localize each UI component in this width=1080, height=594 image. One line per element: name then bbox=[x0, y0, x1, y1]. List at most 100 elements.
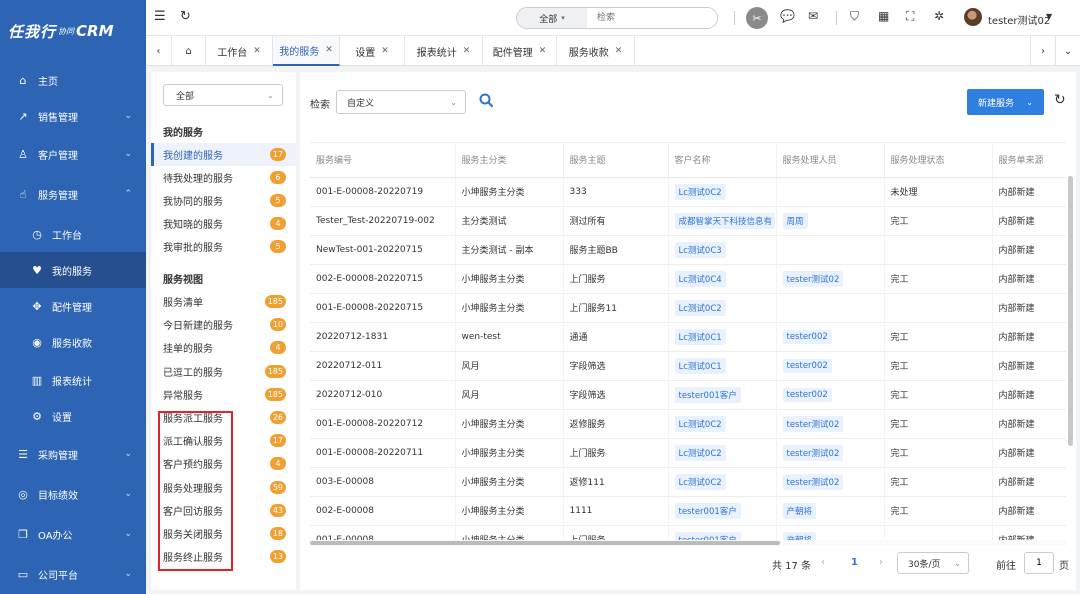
tag[interactable]: 产朝将 bbox=[782, 502, 817, 519]
table-row[interactable]: 002-E-00008-20220715 小坤服务主分类 上门服务 Lc测试0C4 te… bbox=[310, 264, 1066, 294]
sidebar-item-8[interactable]: ▥ 报表统计 bbox=[0, 362, 146, 398]
tools-icon[interactable]: ✂ bbox=[746, 7, 768, 29]
tag[interactable]: tester测试02 bbox=[782, 444, 844, 461]
prev-page-button[interactable]: ‹ bbox=[821, 557, 825, 568]
table-cell[interactable]: 001-E-00008-20220712 bbox=[310, 409, 456, 439]
filter-item[interactable]: 已逗工的服务 185 bbox=[151, 360, 296, 383]
bug-icon[interactable]: ✲ bbox=[934, 9, 944, 23]
table-cell[interactable]: NewTest-001-20220715 bbox=[310, 235, 456, 265]
global-search-input[interactable] bbox=[587, 8, 717, 28]
table-cell[interactable]: 20220712-010 bbox=[310, 380, 456, 410]
scrollbar-thumb[interactable] bbox=[310, 541, 780, 545]
grid-icon[interactable]: ▦ bbox=[878, 9, 889, 23]
filter-item[interactable]: 服务清单 185 bbox=[151, 290, 296, 313]
vertical-scrollbar[interactable] bbox=[1068, 176, 1073, 446]
column-header[interactable]: 服务单来源 bbox=[992, 143, 1066, 178]
column-header[interactable]: 服务主分类 bbox=[455, 143, 564, 178]
filter-item[interactable]: 待我处理的服务 6 bbox=[151, 166, 296, 189]
tab-2[interactable]: 设置 ✕ bbox=[340, 36, 405, 66]
tag[interactable]: Lc测试0C2 bbox=[674, 415, 726, 432]
search-icon[interactable] bbox=[478, 92, 494, 110]
column-header[interactable]: 服务处理状态 bbox=[884, 143, 993, 178]
table-cell[interactable]: 002-E-00008 bbox=[310, 496, 456, 526]
table-cell[interactable]: 001-E-00008-20220715 bbox=[310, 293, 456, 323]
sidebar-item-10[interactable]: ☰ 采购管理 ⌄ bbox=[0, 436, 146, 472]
tag[interactable]: tester001客户 bbox=[674, 502, 741, 519]
scope-select[interactable]: 全部 ⌄ bbox=[163, 84, 283, 106]
sidebar-item-12[interactable]: ❐ OA办公 ⌄ bbox=[0, 516, 146, 552]
table-cell[interactable]: 003-E-00008 bbox=[310, 467, 456, 497]
sidebar-item-11[interactable]: ◎ 目标绩效 ⌄ bbox=[0, 476, 146, 512]
tag[interactable]: Lc测试0C2 bbox=[674, 299, 726, 316]
tab-4[interactable]: 配件管理 ✕ bbox=[483, 36, 557, 66]
table-cell[interactable]: 20220712-011 bbox=[310, 351, 456, 381]
tag[interactable]: Lc测试0C2 bbox=[674, 183, 726, 200]
tag[interactable]: tester测试02 bbox=[782, 270, 844, 287]
tab-0[interactable]: 工作台 ✕ bbox=[206, 36, 273, 66]
sidebar-item-13[interactable]: ▭ 公司平台 ⌄ bbox=[0, 556, 146, 592]
sidebar-item-6[interactable]: ✥ 配件管理 bbox=[0, 288, 146, 324]
sidebar-item-1[interactable]: ↗ 销售管理 ⌄ bbox=[0, 98, 146, 134]
tag[interactable]: tester测试02 bbox=[782, 415, 844, 432]
tag[interactable]: Lc测试0C4 bbox=[674, 270, 726, 287]
filter-item[interactable]: 今日新建的服务 10 bbox=[151, 313, 296, 336]
filter-item[interactable]: 异常服务 185 bbox=[151, 383, 296, 406]
tag[interactable]: tester002 bbox=[782, 387, 832, 402]
table-row[interactable]: NewTest-001-20220715 主分类测试 - 副本 服务主题BB Lc测试… bbox=[310, 235, 1066, 265]
tag[interactable]: tester001客户 bbox=[674, 386, 741, 403]
table-cell[interactable]: 20220712-1831 bbox=[310, 322, 456, 352]
page-size-select[interactable]: 30条/页 ⌄ bbox=[897, 552, 969, 574]
table-cell[interactable]: Tester_Test-20220719-002 bbox=[310, 206, 456, 236]
tab-5[interactable]: 服务收款 ✕ bbox=[557, 36, 635, 66]
column-header[interactable]: 服务处理人员 bbox=[776, 143, 885, 178]
tag[interactable]: 成都智掌天下科技信息有 bbox=[674, 212, 775, 229]
chevron-down-icon[interactable]: ▼ bbox=[1046, 12, 1052, 21]
table-row[interactable]: 001-E-00008-20220712 小坤服务主分类 返修服务 Lc测试0C2 te… bbox=[310, 409, 1066, 439]
table-row[interactable]: Tester_Test-20220719-002 主分类测试 测过所有 成都智掌天下科… bbox=[310, 206, 1066, 236]
avatar[interactable] bbox=[964, 8, 982, 26]
tag[interactable]: Lc测试0C2 bbox=[674, 473, 726, 490]
refresh-icon[interactable]: ↻ bbox=[1054, 92, 1066, 108]
filter-item[interactable]: 我创建的服务 17 bbox=[151, 143, 296, 166]
tag[interactable]: tester002 bbox=[782, 358, 832, 373]
sidebar-item-0[interactable]: ⌂ 主页 bbox=[0, 62, 146, 98]
tag[interactable]: Lc测试0C1 bbox=[674, 357, 726, 374]
table-row[interactable]: 002-E-00008 小坤服务主分类 1111 tester001客户 产朝将 完工 内部… bbox=[310, 496, 1066, 526]
table-cell[interactable]: 002-E-00008-20220715 bbox=[310, 264, 456, 294]
close-icon[interactable]: ✕ bbox=[463, 46, 471, 56]
menu-toggle-icon[interactable]: ☰ bbox=[154, 9, 166, 24]
table-row[interactable]: 003-E-00008 小坤服务主分类 返修111 Lc测试0C2 tester测试02… bbox=[310, 467, 1066, 497]
table-cell[interactable]: 001-E-00008-20220719 bbox=[310, 177, 456, 207]
horizontal-scrollbar[interactable] bbox=[310, 540, 1066, 546]
tag[interactable]: tester002 bbox=[782, 329, 832, 344]
tab-scroll-right[interactable]: › bbox=[1030, 36, 1056, 66]
sidebar-item-9[interactable]: ⚙ 设置 bbox=[0, 398, 146, 434]
filter-select[interactable]: 自定义 ⌄ bbox=[336, 90, 466, 114]
sidebar-item-3[interactable]: ☝ 服务管理 ⌃ bbox=[0, 176, 146, 212]
column-header[interactable]: 客户名称 bbox=[668, 143, 777, 178]
tag[interactable]: Lc测试0C1 bbox=[674, 328, 726, 345]
search-scope-select[interactable]: 全部 ▾ bbox=[517, 8, 587, 28]
tab-home[interactable]: ⌂ bbox=[172, 36, 206, 66]
table-row[interactable]: 001-E-00008-20220715 小坤服务主分类 上门服务11 Lc测试0C2… bbox=[310, 293, 1066, 323]
fullscreen-icon[interactable]: ⛶ bbox=[906, 9, 914, 24]
sidebar-item-4[interactable]: ◷ 工作台 bbox=[0, 216, 146, 252]
tab-menu[interactable]: ⌄ bbox=[1056, 36, 1080, 66]
new-service-button[interactable]: 新建服务 ⌄ bbox=[967, 89, 1044, 115]
table-row[interactable]: 20220712-1831 wen-test 通通 Lc测试0C1 tester002 完… bbox=[310, 322, 1066, 352]
tab-scroll-left[interactable]: ‹ bbox=[146, 36, 172, 66]
user-name[interactable]: tester测试02 bbox=[988, 12, 1050, 27]
chat-icon[interactable]: 💬 bbox=[780, 9, 795, 23]
table-row[interactable]: 001-E-00008-20220711 小坤服务主分类 上门服务 Lc测试0C2 te… bbox=[310, 438, 1066, 468]
tag[interactable]: Lc测试0C2 bbox=[674, 444, 726, 461]
filter-item[interactable]: 我协同的服务 5 bbox=[151, 189, 296, 212]
filter-item[interactable]: 我知晓的服务 4 bbox=[151, 212, 296, 235]
close-icon[interactable]: ✕ bbox=[253, 46, 261, 56]
filter-item[interactable]: 我审批的服务 5 bbox=[151, 235, 296, 258]
sidebar-item-5[interactable]: ♥ 我的服务 bbox=[0, 252, 146, 288]
tag[interactable]: Lc测试0C3 bbox=[674, 241, 726, 258]
sidebar-item-2[interactable]: ♙ 客户管理 ⌄ bbox=[0, 136, 146, 172]
refresh-icon[interactable]: ↻ bbox=[180, 9, 191, 24]
close-icon[interactable]: ✕ bbox=[539, 46, 547, 56]
sidebar-item-7[interactable]: ◉ 服务收款 bbox=[0, 324, 146, 360]
